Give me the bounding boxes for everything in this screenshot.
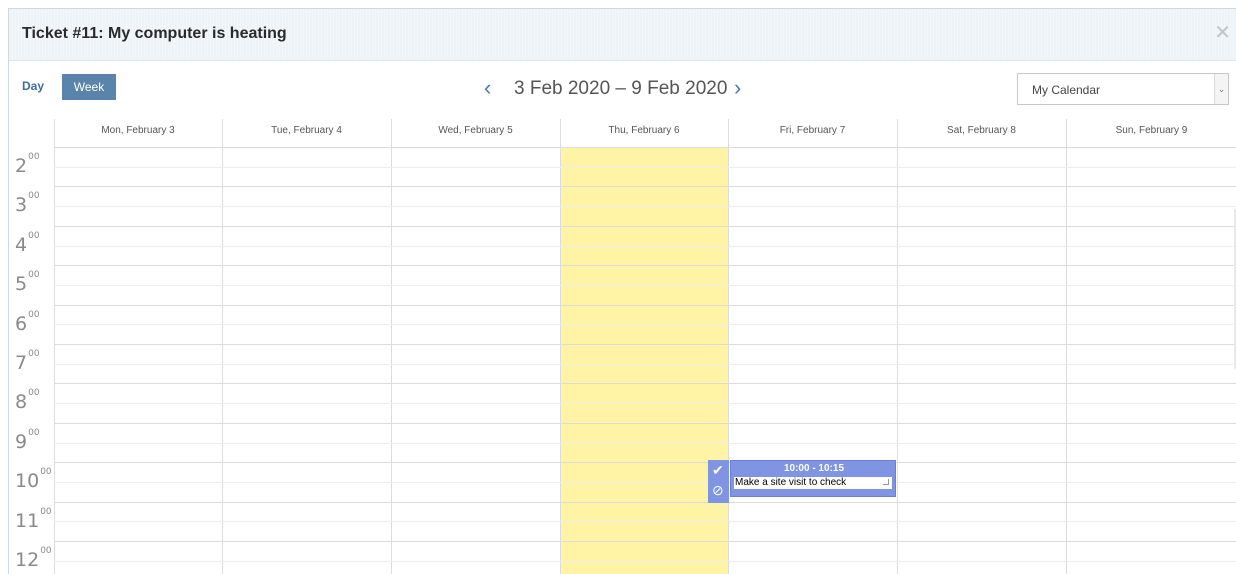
hour-label: 300 [15,190,40,216]
hour-line [54,462,1236,463]
hour-label: 1000 [15,466,52,492]
event-actions: ✔ ⊘ [708,460,729,503]
ticket-dialog: Ticket #11: My computer is heating ✕ Day… [8,8,1236,574]
hour-label: 1200 [15,545,52,571]
hour-label: 400 [15,230,40,256]
week-grid: Mon, February 3 Tue, February 4 Wed, Febru… [9,9,1236,574]
half-hour-line [54,364,1236,365]
half-hour-line [54,403,1236,404]
day-header: Sat, February 8 [947,125,1016,136]
hour-label: 200 [15,151,40,177]
column-divider [54,119,55,574]
hour-line [54,541,1236,542]
half-hour-line [54,206,1236,207]
half-hour-line [54,324,1236,325]
day-header: Thu, February 6 [608,125,680,136]
hour-line [54,305,1236,306]
event-title-input[interactable]: Make a site visit to check [733,476,893,490]
hour-line [54,265,1236,266]
column-divider [897,119,898,574]
resize-handle-icon[interactable] [883,479,889,485]
column-divider [728,119,729,574]
hour-line [54,502,1236,503]
half-hour-line [54,285,1236,286]
hour-label: 600 [15,309,40,335]
cancel-icon[interactable]: ⊘ [712,482,724,499]
hour-label: 800 [15,387,40,413]
day-header: Tue, February 4 [271,125,342,136]
today-highlight [560,147,728,574]
hour-line [54,383,1236,384]
hour-label: 900 [15,427,40,453]
half-hour-line [54,443,1236,444]
calendar-event[interactable]: 10:00 - 10:15 Make a site visit to check [730,460,896,497]
day-header: Wed, February 5 [438,125,513,136]
hour-line [54,186,1236,187]
event-time: 10:00 - 10:15 [783,463,845,474]
hour-label: 1100 [15,506,52,532]
half-hour-line [54,246,1236,247]
hour-label: 700 [15,348,40,374]
day-header: Mon, February 3 [101,125,175,136]
column-divider [1066,119,1067,574]
half-hour-line [54,167,1236,168]
hour-line [54,226,1236,227]
half-hour-line [54,561,1236,562]
day-header: Fri, February 7 [779,125,846,136]
half-hour-line [54,521,1236,522]
column-divider [391,119,392,574]
column-divider [560,119,561,574]
half-hour-line [54,482,1236,483]
check-icon[interactable]: ✔ [712,462,724,479]
hour-line [54,344,1236,345]
column-divider [222,119,223,574]
header-divider [54,147,1236,148]
hour-line [54,423,1236,424]
hour-label: 500 [15,269,40,295]
day-header: Sun, February 9 [1115,125,1188,136]
